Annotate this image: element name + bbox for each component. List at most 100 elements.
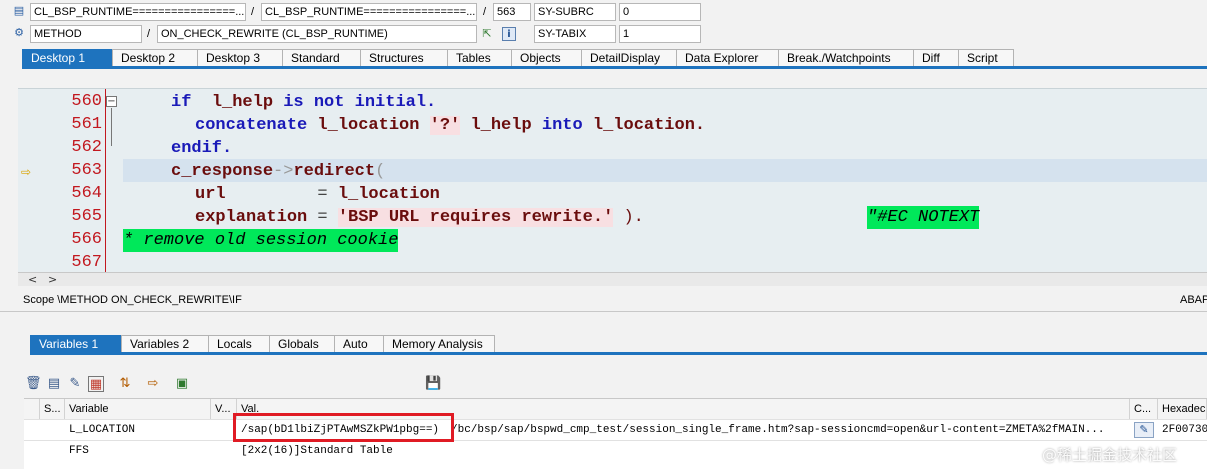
filter-icon[interactable]: ▦ xyxy=(88,376,104,392)
tab-memory-analysis[interactable]: Memory Analysis xyxy=(383,335,495,353)
insert-variable-icon[interactable]: ▤ xyxy=(46,376,62,392)
tab-data-explorer[interactable]: Data Explorer xyxy=(676,49,779,67)
tab-diff[interactable]: Diff xyxy=(913,49,959,67)
save-icon[interactable]: 💾 xyxy=(425,376,441,392)
table-row[interactable]: FFS [2x2(16)]Standard Table xyxy=(24,440,1207,461)
tab-variables-2[interactable]: Variables 2 xyxy=(121,335,209,353)
line-number: 561 xyxy=(71,115,102,134)
tab-underline xyxy=(22,66,1207,69)
method-icon: ⚙ xyxy=(14,26,24,39)
operator: = xyxy=(225,185,338,204)
variable-name: FFS xyxy=(69,445,89,457)
info-icon[interactable]: i xyxy=(502,27,516,41)
tab-structures[interactable]: Structures xyxy=(360,49,448,67)
identifier: url xyxy=(195,185,226,204)
grid-row-selector-header xyxy=(24,399,40,419)
event-name-field[interactable]: ON_CHECK_REWRITE (CL_BSP_RUNTIME) xyxy=(157,25,477,43)
code-line-560: if l_help is not initial. xyxy=(171,91,436,114)
identifier: redirect xyxy=(293,162,376,181)
separator: / xyxy=(483,6,487,18)
tab-globals[interactable]: Globals xyxy=(269,335,335,353)
keyword: if xyxy=(171,93,192,112)
tab-detail-display[interactable]: DetailDisplay xyxy=(581,49,677,67)
sysfield-value-2[interactable]: 1 xyxy=(619,25,701,43)
string-literal: '?' xyxy=(429,116,461,135)
edit-value-icon[interactable]: ✎ xyxy=(1134,422,1154,438)
code-line-564: url = l_location xyxy=(195,183,440,206)
tab-auto[interactable]: Auto xyxy=(334,335,384,353)
pragma-comment: "#EC NOTEXT xyxy=(867,206,980,229)
delete-icon[interactable]: 🗑 xyxy=(25,376,42,392)
sysfield-value[interactable]: 0 xyxy=(619,3,701,21)
code-line-562: endif. xyxy=(171,137,232,160)
sysfield-label[interactable]: SY-SUBRC xyxy=(534,3,616,21)
code-line-563: c_response->redirect( xyxy=(171,160,385,183)
language-label: ABAP xyxy=(1180,294,1207,306)
tab-script[interactable]: Script xyxy=(958,49,1014,67)
sort-icon[interactable]: ⇅ xyxy=(117,376,133,392)
line-number-column: 560 561 562 563 564 565 566 567 xyxy=(36,89,106,272)
separator: / xyxy=(147,28,151,40)
tab-desktop-3[interactable]: Desktop 3 xyxy=(197,49,283,67)
tab-locals[interactable]: Locals xyxy=(208,335,270,353)
table-row[interactable]: L_LOCATION /sap(bD1lbiZjPTAwMSZkPW1pbg==… xyxy=(24,419,1207,440)
identifier: l_location xyxy=(337,185,440,204)
keyword: is not initial. xyxy=(273,93,437,112)
export-icon[interactable]: ⇨ xyxy=(145,376,161,392)
variables-tabs: Variables 1 Variables 2 Locals Globals A… xyxy=(30,335,495,353)
operator: -> xyxy=(273,162,294,181)
keyword: endif. xyxy=(171,139,233,158)
tab-standard[interactable]: Standard xyxy=(282,49,361,67)
column-header-s[interactable]: S... xyxy=(40,399,65,419)
tab-desktop-2[interactable]: Desktop 2 xyxy=(112,49,198,67)
hex-value: 2F00730 xyxy=(1162,424,1207,436)
highlight-box xyxy=(233,413,454,442)
editor-horizontal-scrollbar[interactable]: < > xyxy=(18,272,1207,286)
code-line-565: explanation = 'BSP URL requires rewrite.… xyxy=(195,206,644,229)
line-number: 565 xyxy=(71,207,102,226)
operator: = xyxy=(307,208,338,227)
tab-desktop-1[interactable]: Desktop 1 xyxy=(22,49,113,67)
navigate-icon[interactable]: ⇱ xyxy=(480,27,494,41)
tab-breakpoints[interactable]: Break./Watchpoints xyxy=(778,49,914,67)
keyword: concatenate xyxy=(195,116,308,135)
line-number: 564 xyxy=(71,184,102,203)
layout-icon[interactable]: ▣ xyxy=(174,376,190,392)
tab-objects[interactable]: Objects xyxy=(511,49,582,67)
variable-value[interactable]: [2x2(16)]Standard Table xyxy=(237,441,1130,461)
line-number-field[interactable]: 563 xyxy=(493,3,531,21)
column-header-c[interactable]: C... xyxy=(1130,399,1158,419)
fold-guide xyxy=(111,108,112,146)
line-number: 567 xyxy=(71,253,102,272)
variable-value[interactable]: /bc/bsp/sap/bspwd_cmp_test/session_singl… xyxy=(451,420,1130,440)
keyword: into xyxy=(541,116,583,135)
sysfield-label-2[interactable]: SY-TABIX xyxy=(534,25,616,43)
column-header-hex[interactable]: Hexadec xyxy=(1158,399,1207,419)
program-icon: ▤ xyxy=(13,4,25,17)
watermark: @稀土掘金技术社区 xyxy=(1042,446,1178,464)
scope-divider xyxy=(0,311,1207,312)
operator: ( xyxy=(375,162,386,181)
separator: / xyxy=(251,6,255,18)
include-field[interactable]: CL_BSP_RUNTIME================... xyxy=(261,3,477,21)
tab-variables-1[interactable]: Variables 1 xyxy=(30,335,122,353)
identifier: l_help xyxy=(211,93,274,112)
string-literal: 'BSP URL requires rewrite.' xyxy=(337,208,614,227)
current-line-arrow-icon: ⇨ xyxy=(21,165,32,179)
line-number: 562 xyxy=(71,138,102,157)
column-header-variable[interactable]: Variable xyxy=(65,399,211,419)
event-kind-field[interactable]: METHOD xyxy=(30,25,142,43)
scroll-right-arrow[interactable]: > xyxy=(48,273,57,286)
source-editor[interactable]: ⇨ 560 561 562 563 564 565 566 567 − if l… xyxy=(18,88,1207,272)
edit-icon[interactable]: ✎ xyxy=(67,376,83,392)
collapse-block-icon[interactable]: − xyxy=(106,96,117,107)
variables-tab-underline xyxy=(30,352,1207,355)
identifier: explanation xyxy=(195,208,308,227)
program-field[interactable]: CL_BSP_RUNTIME================... xyxy=(30,3,246,21)
variables-grid: S... Variable V... Val. C... Hexadec L_L… xyxy=(24,398,1207,469)
scroll-left-arrow[interactable]: < xyxy=(28,273,37,286)
tab-tables[interactable]: Tables xyxy=(447,49,512,67)
scope-bar: Scope \METHOD ON_CHECK_REWRITE\IF ABAP xyxy=(0,290,1207,310)
breakpoint-gutter[interactable] xyxy=(18,89,36,272)
